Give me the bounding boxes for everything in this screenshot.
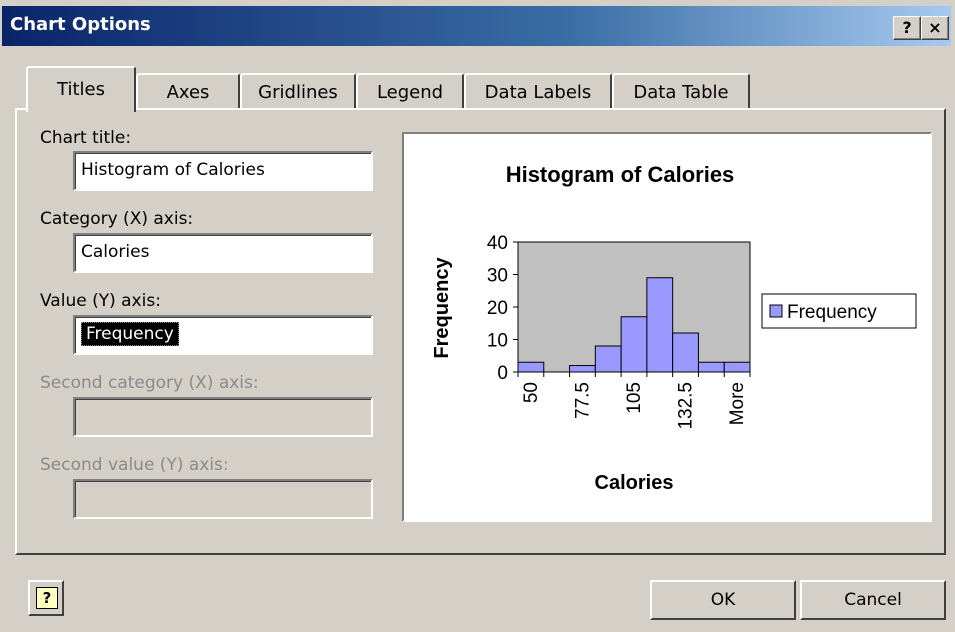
histogram-bar — [723, 361, 751, 373]
plot-area: 0 10 20 30 40 50 77.5 105 132.5 More — [487, 233, 751, 430]
y-tick-label: 10 — [487, 331, 508, 352]
chart-title-label: Chart title: — [40, 128, 132, 148]
title-bar: Chart Options ? × — [2, 6, 951, 46]
histogram-chart: Histogram of Calories Frequency Calories… — [431, 162, 917, 494]
tab-gridlines[interactable]: Gridlines — [240, 73, 356, 109]
histogram-bar — [620, 316, 648, 373]
tab-data-labels[interactable]: Data Labels — [464, 73, 612, 109]
legend: Frequency — [761, 293, 917, 329]
title-help-button[interactable]: ? — [893, 16, 921, 40]
x-tick-label: 77.5 — [572, 382, 593, 419]
histogram-bar — [517, 361, 545, 373]
chart-preview: Histogram of Calories Frequency Calories… — [402, 132, 932, 522]
help-icon: ? — [36, 587, 58, 609]
y-axis-title: Frequency — [431, 257, 453, 359]
x-tick-label: 50 — [521, 382, 542, 403]
cancel-button[interactable]: Cancel — [800, 580, 946, 620]
chart-options-dialog: Chart Options ? × Titles Axes Gridlines … — [0, 0, 955, 632]
legend-swatch — [769, 304, 783, 318]
y-tick-label: 0 — [497, 363, 508, 384]
second-category-x-axis-input — [73, 397, 373, 437]
category-x-axis-label: Category (X) axis: — [40, 209, 194, 229]
x-tick-label: 132.5 — [676, 382, 697, 430]
ok-button[interactable]: OK — [650, 580, 796, 620]
second-category-x-axis-label: Second category (X) axis: — [40, 373, 259, 393]
histogram-bar — [594, 345, 622, 373]
x-axis-title: Calories — [595, 472, 674, 494]
tab-data-table[interactable]: Data Table — [612, 73, 750, 109]
legend-label: Frequency — [787, 302, 877, 323]
tab-axes[interactable]: Axes — [136, 73, 240, 109]
histogram-bar — [672, 332, 699, 373]
chart-title: Histogram of Calories — [506, 162, 735, 187]
histogram-bar — [646, 277, 674, 373]
y-tick-label: 30 — [487, 266, 508, 287]
histogram-bar — [569, 365, 596, 373]
title-close-button[interactable]: × — [921, 16, 949, 40]
help-button[interactable]: ? — [28, 580, 64, 616]
tab-legend[interactable]: Legend — [356, 73, 464, 109]
second-value-y-axis-input — [73, 479, 373, 519]
value-y-axis-label: Value (Y) axis: — [40, 291, 161, 311]
chart-title-input[interactable]: Histogram of Calories — [73, 151, 373, 191]
window-title: Chart Options — [10, 14, 151, 35]
category-x-axis-input[interactable]: Calories — [73, 233, 373, 273]
histogram-bar — [697, 361, 725, 373]
value-y-axis-selected-text: Frequency — [81, 322, 179, 346]
second-value-y-axis-label: Second value (Y) axis: — [40, 455, 229, 475]
y-tick-label: 40 — [487, 233, 508, 254]
y-tick-label: 20 — [487, 298, 508, 319]
x-tick-label: 105 — [624, 382, 645, 414]
value-y-axis-input[interactable]: Frequency — [73, 315, 373, 355]
x-tick-label: More — [727, 382, 748, 425]
tab-titles[interactable]: Titles — [26, 66, 136, 112]
